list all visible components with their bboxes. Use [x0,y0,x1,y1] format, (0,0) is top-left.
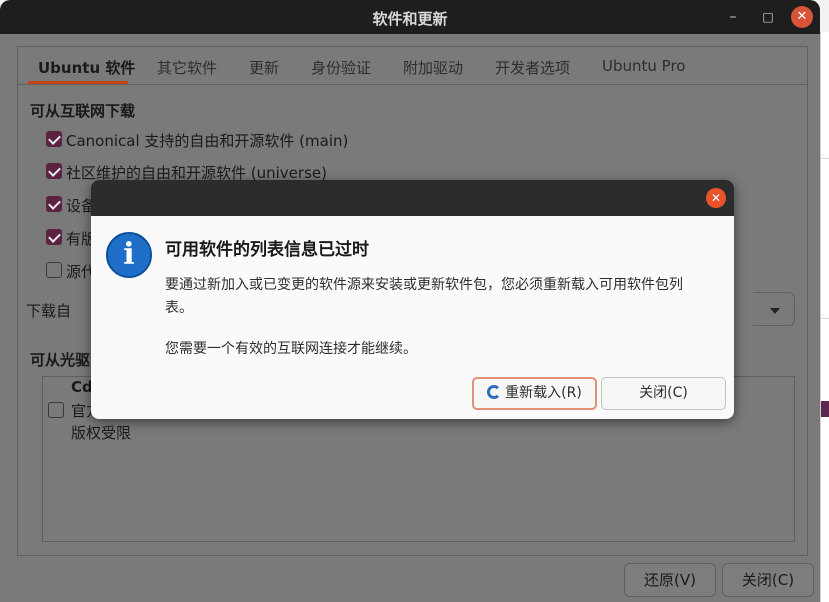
outdated-info-dialog: ✕ i 可用软件的列表信息已过时 要通过新加入或已变更的软件源来安装或更新软件包… [91,180,734,419]
tab-authentication[interactable]: 身份验证 [311,57,371,78]
active-tab-indicator [28,81,128,84]
close-button[interactable]: 关闭(C) [722,563,814,597]
tab-updates[interactable]: 更新 [249,57,279,78]
background-window [820,32,829,602]
divider [821,158,829,159]
source-restricted-checkbox[interactable] [46,196,62,212]
window-title: 软件和更新 [372,10,448,28]
tab-bar: Ubuntu 软件 其它软件 更新 身份验证 附加驱动 开发者选项 Ubuntu… [18,47,807,85]
dialog-title: 可用软件的列表信息已过时 [165,240,369,260]
source-main-checkbox[interactable] [46,131,62,147]
dialog-close-button[interactable]: 关闭(C) [601,377,726,410]
title-bar: 软件和更新 – □ ✕ [0,0,820,34]
dialog-message: 您需要一个有效的互联网连接才能继续。 [165,341,417,357]
info-icon: i [106,232,152,278]
source-universe-checkbox[interactable] [46,163,62,179]
reload-button-label: 重新载入(R) [505,385,582,401]
minimize-button[interactable]: – [722,6,744,28]
source-multiverse-checkbox[interactable] [46,229,62,245]
divider [821,318,829,319]
download-from-label: 下载自 [26,302,72,320]
cdrom-checkbox[interactable] [48,402,64,418]
cdrom-item-line: 版权受限 [71,424,132,442]
window-close-button[interactable]: ✕ [791,6,813,28]
dialog-message: 要通过新加入或已变更的软件源来安装或更新软件包，您必须重新载入可用软件包列 [165,277,683,293]
tab-additional-drivers[interactable]: 附加驱动 [403,57,463,78]
internet-section-heading: 可从互联网下载 [30,102,136,120]
tab-developer-options[interactable]: 开发者选项 [495,57,570,78]
reload-icon [487,385,502,399]
dialog-message: 表。 [165,300,193,316]
dialog-close-icon[interactable]: ✕ [706,188,726,208]
background-accent-bar [821,401,829,417]
dialog-header: ✕ [91,180,734,216]
download-server-dropdown[interactable] [753,292,795,326]
cdrom-item-title: Cd [71,378,93,396]
source-code-checkbox[interactable] [46,262,62,278]
reload-button[interactable]: 重新载入(R) [472,377,597,410]
revert-button[interactable]: 还原(V) [624,563,716,597]
source-main-label: Canonical 支持的自由和开源软件 (main) [66,132,349,150]
tab-ubuntu-software[interactable]: Ubuntu 软件 [38,57,135,78]
maximize-button[interactable]: □ [757,6,779,28]
tab-other-software[interactable]: 其它软件 [157,57,217,78]
tab-ubuntu-pro[interactable]: Ubuntu Pro [602,57,685,75]
cdrom-section-heading: 可从光驱 [30,351,91,369]
